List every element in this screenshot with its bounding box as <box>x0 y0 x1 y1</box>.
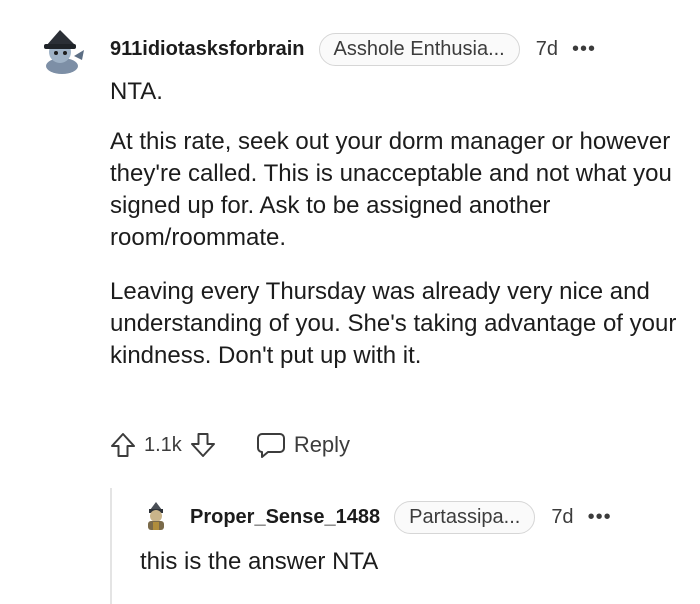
comment-actions: 1.1k Reply <box>108 428 350 462</box>
reply-user-flair[interactable]: Partassipa... <box>394 500 536 534</box>
reply-user-avatar[interactable] <box>140 500 172 532</box>
arrow-up-icon <box>111 433 135 457</box>
comment-paragraph: At this rate, seek out your dorm manager… <box>110 128 672 251</box>
reply-label: Reply <box>293 432 351 457</box>
user-avatar[interactable] <box>38 26 88 76</box>
reply-age[interactable]: 7d <box>551 506 573 529</box>
reply-header: Proper_Sense_1488 Partassipa... 7d ••• <box>190 500 612 534</box>
reply-text: this is the answer NTA <box>140 548 379 575</box>
username[interactable]: 911idiotasksforbrain <box>110 38 305 61</box>
speech-bubble-icon <box>256 433 285 458</box>
thread-line[interactable] <box>110 488 112 604</box>
downvote-button[interactable] <box>188 430 218 460</box>
arrow-down-icon <box>190 433 215 457</box>
reply-button[interactable]: Reply <box>256 431 350 459</box>
comment-age[interactable]: 7d <box>536 38 558 61</box>
comment-paragraph: NTA. <box>110 78 163 105</box>
vote-score: 1.1k <box>144 433 182 456</box>
user-flair[interactable]: Asshole Enthusia... <box>318 32 520 66</box>
more-options-icon[interactable]: ••• <box>572 38 596 61</box>
comment-paragraph: Leaving every Thursday was already very … <box>110 278 677 369</box>
comment-header: 911idiotasksforbrain Asshole Enthusia...… <box>110 32 596 66</box>
upvote-button[interactable] <box>108 430 138 460</box>
reply-more-options-icon[interactable]: ••• <box>588 506 612 529</box>
reply-username[interactable]: Proper_Sense_1488 <box>190 506 380 529</box>
